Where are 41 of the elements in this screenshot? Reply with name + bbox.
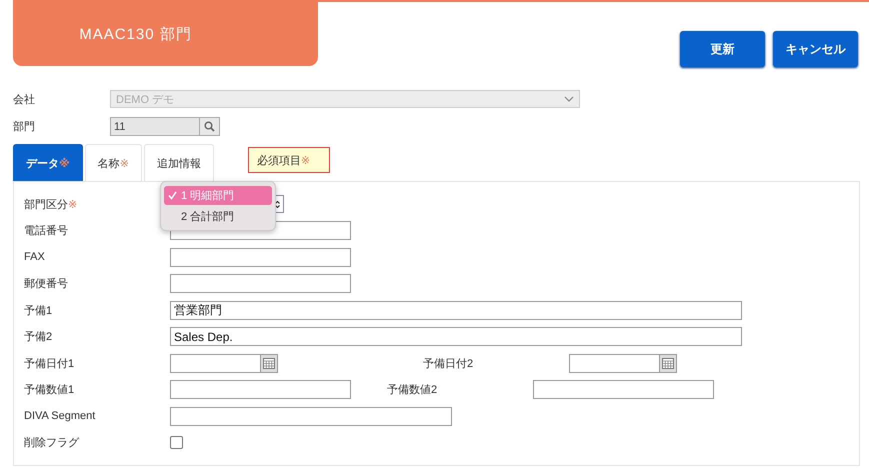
text-field[interactable]: Sales Dep. [170, 327, 742, 346]
text-field[interactable] [170, 248, 351, 267]
action-button[interactable]: キャンセル [773, 31, 858, 67]
check-icon [168, 191, 177, 200]
field-label: 予備数値2 [387, 383, 438, 398]
date-field[interactable] [569, 354, 660, 373]
text-field[interactable] [170, 274, 351, 294]
text-field[interactable]: 営業部門 [170, 300, 742, 320]
search-button[interactable] [200, 116, 220, 136]
chevron-icon [564, 96, 574, 102]
tab[interactable]: 追加情報 [144, 144, 214, 181]
field-label: DIVA Segment [24, 410, 96, 422]
text-field[interactable] [170, 380, 351, 400]
field-label: 郵便番号 [24, 276, 69, 292]
page-title: MAAC130 部門 [13, 2, 318, 66]
updown-icon [274, 200, 280, 208]
calendar-icon [662, 358, 674, 369]
calendar-button[interactable] [660, 354, 677, 373]
text-field[interactable] [533, 380, 714, 400]
field-label: 予備日付1 [24, 356, 76, 371]
search-icon [204, 120, 215, 132]
field-label: FAX [24, 251, 46, 264]
field-label: 部門区分※ [24, 198, 78, 212]
action-button[interactable]: 更新 [680, 31, 765, 67]
tab[interactable]: 名称※ [84, 144, 142, 181]
field-label: 予備日付2 [423, 356, 474, 371]
field-label: 会社 [13, 92, 36, 106]
calendar-icon [263, 358, 275, 369]
text-field[interactable] [170, 406, 452, 426]
field-label: 部門 [13, 120, 36, 134]
date-field[interactable] [170, 354, 261, 373]
field-label: 予備1 [24, 304, 54, 318]
required-note: 必須項目※ [248, 147, 330, 173]
checkbox[interactable] [170, 436, 183, 450]
field-label: 電話番号 [24, 224, 69, 238]
calendar-button[interactable] [261, 354, 278, 373]
dropdown-option[interactable]: 2 合計部門 [164, 207, 272, 226]
field-label: 予備2 [24, 330, 54, 344]
tab[interactable]: データ※ [13, 144, 83, 181]
field-label: 予備数値1 [24, 383, 76, 398]
field-label: 削除フラグ [24, 436, 80, 450]
